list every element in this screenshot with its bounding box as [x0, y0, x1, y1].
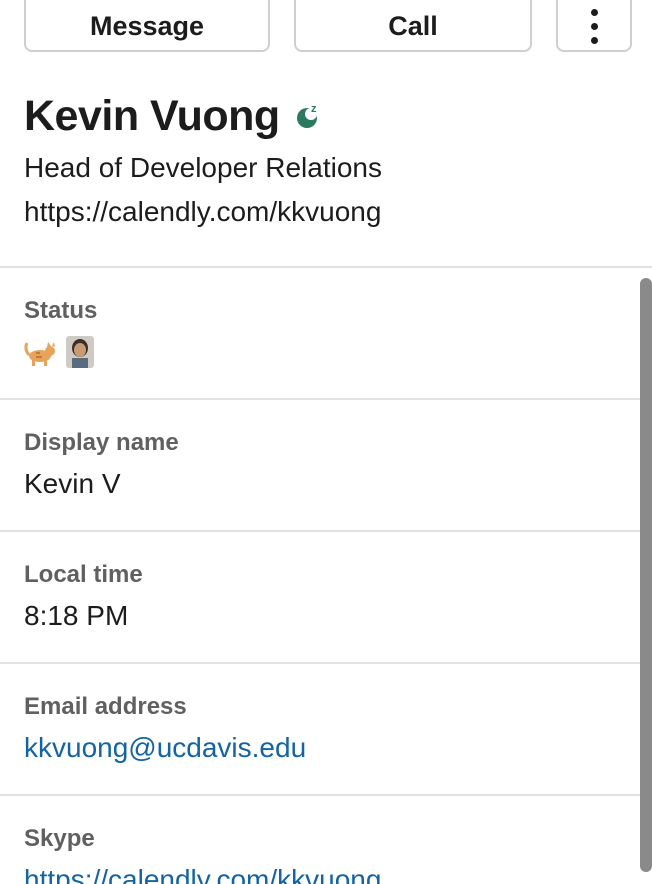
display-name-label: Display name [24, 429, 179, 456]
local-time-value: 8:18 PM [24, 600, 129, 631]
divider [0, 662, 652, 664]
email-link[interactable]: kkvuong@ucdavis.edu [24, 732, 306, 764]
profile-panel: Message Call Kevin Vuong z Head of Devel… [0, 0, 652, 884]
vertical-ellipsis-icon [590, 8, 598, 44]
display-name-value: Kevin V [24, 468, 121, 499]
divider [0, 266, 652, 268]
local-time-label: Local time [24, 561, 143, 588]
message-button[interactable]: Message [24, 0, 270, 52]
scrollbar[interactable] [640, 278, 652, 872]
email-label: Email address [24, 693, 187, 720]
profile-title: Head of Developer Relations [24, 152, 382, 183]
skype-link[interactable]: https://calendly.com/kkvuong [24, 864, 381, 884]
more-actions-button[interactable] [556, 0, 632, 52]
profile-link[interactable]: https://calendly.com/kkvuong [24, 196, 381, 228]
person-photo-emoji [66, 336, 94, 373]
profile-name-row: Kevin Vuong z [24, 92, 324, 141]
status-label: Status [24, 297, 98, 324]
cat-emoji [24, 337, 58, 372]
svg-text:z: z [311, 103, 317, 115]
skype-label: Skype [24, 825, 95, 852]
profile-name: Kevin Vuong [24, 92, 280, 140]
divider [0, 530, 652, 532]
divider [0, 398, 652, 400]
status-emojis [24, 336, 94, 373]
divider [0, 794, 652, 796]
away-zzz-icon: z [296, 102, 324, 135]
call-button[interactable]: Call [294, 0, 532, 52]
